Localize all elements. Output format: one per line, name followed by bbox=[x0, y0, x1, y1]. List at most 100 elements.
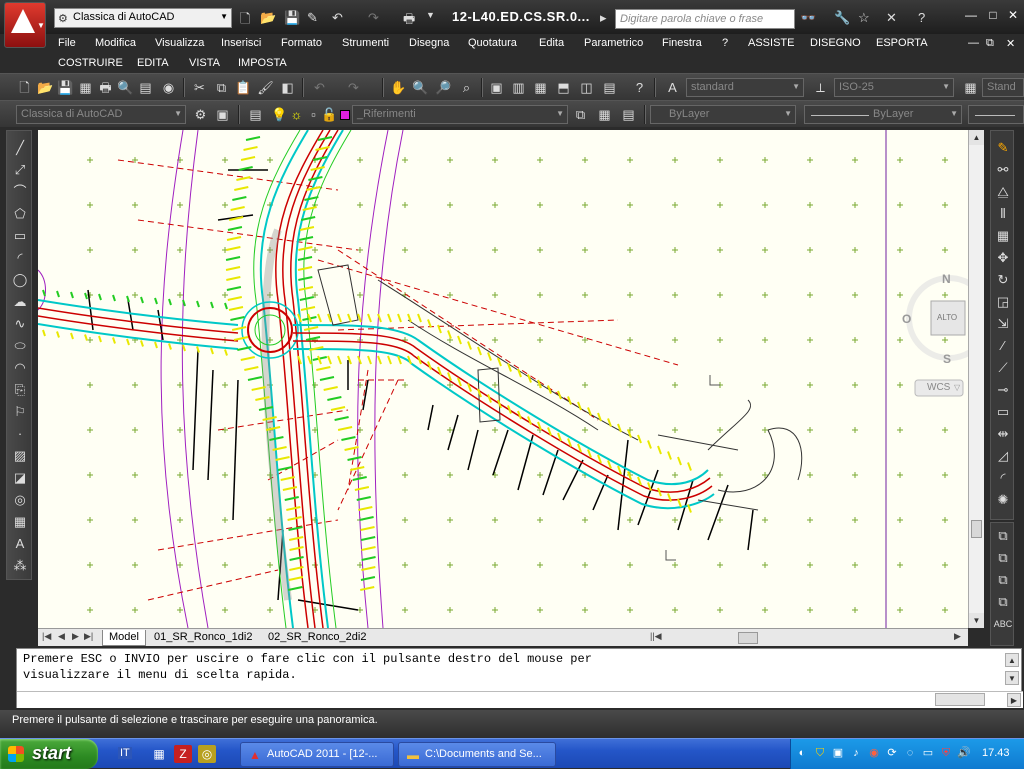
calculator-icon[interactable]: ▤ bbox=[601, 79, 618, 96]
menu-modifica[interactable]: Modifica bbox=[95, 37, 136, 49]
save-icon[interactable]: 💾 bbox=[284, 10, 300, 26]
viewcube[interactable]: N S E O ALTO WCS ▽ bbox=[902, 270, 968, 400]
tray-sync-icon[interactable]: ⟳ bbox=[885, 746, 899, 760]
design-center-icon[interactable]: ▥ bbox=[510, 79, 527, 96]
redo-icon[interactable]: ↷ bbox=[345, 79, 362, 96]
table-style-combo[interactable]: Stand bbox=[982, 78, 1024, 97]
menu-file[interactable]: File bbox=[58, 37, 76, 49]
star-icon[interactable]: ☆ bbox=[858, 10, 870, 26]
point-icon[interactable]: · bbox=[10, 425, 30, 443]
cmd-hscroll[interactable] bbox=[935, 693, 985, 706]
tray-security-icon[interactable]: ⛨ bbox=[939, 746, 953, 760]
tab-layout-2[interactable]: 02_SR_Ronco_2di2 bbox=[262, 630, 372, 646]
new-icon[interactable]: 🗋 bbox=[240, 10, 250, 32]
erase-icon[interactable]: ✎ bbox=[993, 139, 1013, 157]
block-editor-icon[interactable]: ◧ bbox=[279, 79, 296, 96]
pan-icon[interactable]: ✋ bbox=[390, 79, 407, 96]
unlock-icon[interactable]: 🔓 bbox=[321, 106, 338, 123]
zoom-realtime-icon[interactable]: 🔍 bbox=[412, 79, 429, 96]
menu-assiste[interactable]: ASSISTE bbox=[748, 37, 794, 49]
text-style-combo[interactable]: standard ▼ bbox=[686, 78, 804, 97]
doc-minimize-button[interactable]: — bbox=[968, 37, 979, 49]
chevron-right-icon[interactable]: ▸ bbox=[600, 10, 607, 26]
region-icon[interactable]: ◎ bbox=[10, 491, 30, 509]
close-button[interactable]: ✕ bbox=[1004, 8, 1022, 22]
make-current-icon[interactable]: ⧉ bbox=[572, 106, 589, 123]
construction-line-icon[interactable]: ⤢ bbox=[10, 161, 30, 179]
array-icon[interactable]: ▦ bbox=[993, 227, 1013, 245]
circle-icon[interactable]: ◯ bbox=[10, 271, 30, 289]
tray-update-icon[interactable]: ◉ bbox=[867, 746, 881, 760]
tray-shield-icon[interactable]: ⛉ bbox=[813, 746, 827, 760]
undo-icon[interactable]: ↶ bbox=[332, 10, 343, 26]
gradient-icon[interactable]: ◪ bbox=[10, 469, 30, 487]
spline-icon[interactable]: ∿ bbox=[10, 315, 30, 333]
ellipse-icon[interactable]: ⬭ bbox=[10, 337, 30, 355]
layer-states-icon[interactable]: ▦ bbox=[596, 106, 613, 123]
rotate-icon[interactable]: ↻ bbox=[993, 271, 1013, 289]
doc-close-button[interactable]: ✕ bbox=[1006, 37, 1015, 50]
break-icon[interactable]: ▭ bbox=[993, 403, 1013, 421]
join-icon[interactable]: ⇹ bbox=[993, 425, 1013, 443]
minimize-button[interactable]: — bbox=[962, 8, 980, 22]
lineweight-combo[interactable] bbox=[968, 105, 1024, 124]
zoom-previous-icon[interactable]: ⌕ bbox=[458, 79, 475, 96]
cmd-scroll-down-button[interactable]: ▼ bbox=[1005, 671, 1019, 685]
color-combo[interactable]: ByLayer ▼ bbox=[650, 105, 796, 124]
trim-icon[interactable]: ⁄ bbox=[993, 337, 1013, 355]
multiline-text-icon[interactable]: A bbox=[10, 535, 30, 553]
zoom-window-icon[interactable]: 🔎 bbox=[435, 79, 452, 96]
publish-web-icon[interactable]: ◉ bbox=[160, 79, 177, 96]
save-as-icon[interactable]: ✎ bbox=[307, 10, 318, 26]
tab-model[interactable]: Model bbox=[102, 630, 146, 646]
workspace-selector[interactable]: ⚙ Classica di AutoCAD ▼ bbox=[54, 8, 232, 28]
tab-last-button[interactable]: ▶| bbox=[84, 631, 93, 642]
fillet-icon[interactable]: ◜ bbox=[993, 469, 1013, 487]
compass-west[interactable]: O bbox=[902, 312, 911, 326]
doc-restore-button[interactable]: ⧉ bbox=[986, 37, 994, 50]
hatch-icon[interactable]: ▨ bbox=[10, 447, 30, 465]
task-autocad[interactable]: ▲ AutoCAD 2011 - [12-... bbox=[240, 742, 394, 767]
viewcube-top-face[interactable]: ALTO bbox=[937, 313, 957, 322]
menu-formato[interactable]: Formato bbox=[281, 37, 322, 49]
explode-icon[interactable]: ✺ bbox=[993, 491, 1013, 509]
insert-block-icon[interactable]: ⎘ bbox=[10, 381, 30, 399]
open-icon[interactable]: 📂 bbox=[260, 10, 276, 26]
paste-icon[interactable]: 📋 bbox=[235, 79, 252, 96]
plot-icon[interactable]: 🖶 bbox=[97, 79, 114, 96]
command-line-input[interactable]: ▶ bbox=[17, 691, 1023, 708]
text-to-front-icon[interactable]: ABC bbox=[993, 615, 1013, 633]
tray-volume-icon[interactable]: 🔊 bbox=[957, 746, 971, 760]
copy-icon[interactable]: ⧉ bbox=[213, 79, 230, 96]
app-launcher-icon[interactable]: ◎ bbox=[198, 745, 216, 763]
ellipse-arc-icon[interactable]: ◠ bbox=[10, 359, 30, 377]
tray-sound-icon[interactable]: ♪ bbox=[849, 746, 863, 760]
make-block-icon[interactable]: ⚐ bbox=[10, 403, 30, 421]
table-style-icon[interactable]: ▦ bbox=[962, 79, 979, 96]
break-at-point-icon[interactable]: ⊸ bbox=[993, 381, 1013, 399]
show-desktop-icon[interactable]: ▦ bbox=[150, 745, 168, 763]
add-selected-icon[interactable]: ⁂ bbox=[10, 557, 30, 575]
task-explorer[interactable]: ▬ C:\Documents and Se... bbox=[398, 742, 556, 767]
scroll-up-button[interactable]: ▲ bbox=[969, 130, 984, 145]
properties-icon[interactable]: ▣ bbox=[488, 79, 505, 96]
revision-cloud-icon[interactable]: ☁ bbox=[10, 293, 30, 311]
table-icon[interactable]: ▦ bbox=[10, 513, 30, 531]
chamfer-icon[interactable]: ◿ bbox=[993, 447, 1013, 465]
tray-ati-icon[interactable]: ▣ bbox=[831, 746, 845, 760]
bring-to-front-icon[interactable]: ⧉ bbox=[993, 527, 1013, 545]
exchange-icon[interactable]: ✕ bbox=[886, 10, 897, 26]
menu-inserisci[interactable]: Inserisci bbox=[221, 37, 261, 49]
linetype-combo[interactable]: ByLayer ▼ bbox=[804, 105, 962, 124]
layer-combo[interactable]: _Riferimenti ▼ bbox=[352, 105, 568, 124]
menu-vista[interactable]: VISTA bbox=[189, 57, 220, 69]
tray-monitor-icon[interactable]: ▭ bbox=[921, 746, 935, 760]
menu-imposta[interactable]: IMPOSTA bbox=[238, 57, 287, 69]
sheet-set-manager-icon[interactable]: ⬒ bbox=[555, 79, 572, 96]
bring-above-icon[interactable]: ⧉ bbox=[993, 571, 1013, 589]
search-input[interactable]: Digitare parola chiave o frase bbox=[615, 9, 795, 29]
scroll-right-button[interactable]: ▶ bbox=[954, 631, 961, 642]
cmd-scroll-up-button[interactable]: ▲ bbox=[1005, 653, 1019, 667]
viewport-freeze-icon[interactable]: ▫ bbox=[305, 106, 322, 123]
help-icon[interactable]: ? bbox=[918, 10, 925, 25]
